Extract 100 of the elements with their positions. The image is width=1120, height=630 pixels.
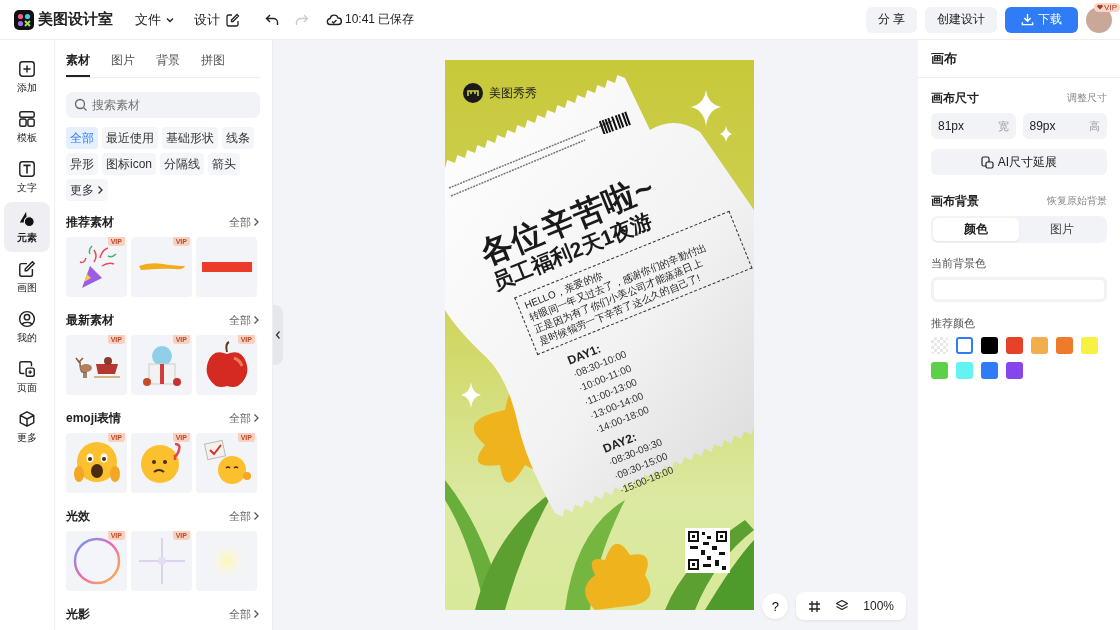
- category-chip[interactable]: 箭头: [208, 153, 240, 175]
- cloud-icon: [326, 11, 342, 28]
- category-chip[interactable]: 图标icon: [102, 153, 156, 175]
- poster-brand: 美图秀秀: [489, 84, 537, 102]
- see-all-link[interactable]: 全部: [229, 508, 260, 524]
- color-swatch[interactable]: [1006, 362, 1023, 379]
- download-icon: [1021, 13, 1034, 26]
- sidebar-item[interactable]: 画图: [4, 252, 50, 302]
- panel-tab[interactable]: 素材: [66, 48, 90, 77]
- sidebar-item[interactable]: 页面: [4, 352, 50, 402]
- qr-code-icon: [685, 528, 730, 573]
- chevron-right-icon: [96, 185, 104, 195]
- panel-title: 画布: [918, 40, 1120, 78]
- brush-stroke-drawing: [136, 261, 187, 273]
- color-swatch[interactable]: [956, 337, 973, 354]
- chevron-right-icon: [252, 511, 260, 521]
- panel-tab[interactable]: 拼图: [201, 48, 225, 77]
- more-button[interactable]: 更多: [66, 179, 108, 201]
- resize-link[interactable]: 调整尺寸: [1067, 91, 1107, 105]
- layers-icon: [835, 599, 850, 613]
- section-title: emoji表情: [66, 409, 122, 427]
- width-field[interactable]: 81px 宽: [931, 113, 1016, 139]
- sidebar-item[interactable]: 我的: [4, 302, 50, 352]
- section-title: 光效: [66, 507, 90, 525]
- category-chip[interactable]: 最近使用: [102, 127, 158, 149]
- chevron-left-icon: [275, 330, 281, 340]
- app-logo-icon: [14, 9, 34, 30]
- color-swatch[interactable]: [981, 337, 998, 354]
- bubble-drawing: [71, 536, 122, 586]
- help-button[interactable]: ?: [762, 593, 789, 619]
- color-swatch[interactable]: [1056, 337, 1073, 354]
- save-status: 10:41 已保存: [345, 11, 415, 28]
- field-label: 画布尺寸: [931, 89, 979, 107]
- sticker-tile[interactable]: [196, 531, 257, 591]
- zoom-level[interactable]: 100%: [857, 599, 900, 613]
- sidebar-item[interactable]: 模板: [4, 102, 50, 152]
- category-chip[interactable]: 全部: [66, 127, 98, 149]
- heart-icon: [1097, 4, 1104, 10]
- segment-tab[interactable]: 图片: [1019, 218, 1105, 241]
- collapse-handle[interactable]: [273, 305, 283, 365]
- edit-icon: [226, 12, 240, 27]
- sparkle-drawing: [136, 536, 187, 586]
- barcode-icon: [597, 110, 633, 134]
- panel-tab[interactable]: 背景: [156, 48, 180, 77]
- color-swatch[interactable]: [1006, 337, 1023, 354]
- chevron-right-icon: [252, 315, 260, 325]
- see-all-link[interactable]: 全部: [229, 214, 260, 230]
- add-page-icon: [18, 359, 36, 378]
- field-label: 推荐颜色: [931, 316, 976, 331]
- sidebar-item[interactable]: 文字: [4, 152, 50, 202]
- see-all-link[interactable]: 全部: [229, 410, 260, 426]
- field-label: 当前背景色: [931, 256, 987, 271]
- sidebar-item[interactable]: 更多: [4, 402, 50, 452]
- rectangle-drawing: [201, 262, 252, 272]
- category-chip[interactable]: 分隔线: [160, 153, 204, 175]
- chevron-right-icon: [252, 413, 260, 423]
- chevron-right-icon: [252, 217, 260, 227]
- sparkle-icon: [461, 382, 481, 408]
- chevron-right-icon: [252, 609, 260, 619]
- field-label: 画布背景: [931, 192, 979, 210]
- section-title: 推荐素材: [66, 213, 114, 231]
- vip-badge: VIP: [1094, 2, 1120, 12]
- color-swatch[interactable]: [956, 362, 973, 379]
- download-button[interactable]: 下载: [1005, 6, 1078, 33]
- search-icon: [74, 98, 88, 112]
- ai-extend-button[interactable]: AI尺寸延展: [931, 149, 1107, 175]
- sticker-tile[interactable]: [196, 237, 257, 297]
- sidebar-item[interactable]: 添加: [4, 52, 50, 102]
- toolbar-button[interactable]: 分 享: [865, 6, 917, 33]
- logo-icon: [463, 83, 483, 103]
- template-icon: [18, 109, 36, 128]
- resize-icon: [980, 155, 994, 169]
- sidebar-item[interactable]: 元素: [4, 202, 50, 252]
- draw-icon: [18, 259, 36, 278]
- search-field[interactable]: 搜索素材: [66, 92, 260, 118]
- color-swatch[interactable]: [1031, 337, 1048, 354]
- menu-button[interactable]: 文件: [135, 10, 176, 29]
- color-swatch[interactable]: [981, 362, 998, 379]
- text-icon: [18, 159, 36, 178]
- color-swatch[interactable]: [931, 362, 948, 379]
- see-all-link[interactable]: 全部: [229, 312, 260, 328]
- user-icon: [18, 309, 36, 328]
- category-chip[interactable]: 异形: [66, 153, 98, 175]
- see-all-link[interactable]: 全部: [229, 606, 260, 622]
- poster-canvas[interactable]: [445, 60, 754, 610]
- add-icon: [18, 59, 36, 78]
- section-title: 最新素材: [66, 311, 114, 329]
- panel-tab[interactable]: 图片: [111, 48, 135, 77]
- segment-tab[interactable]: 颜色: [933, 218, 1019, 241]
- height-field[interactable]: 89px 高: [1022, 113, 1107, 139]
- toolbar-button[interactable]: 创建设计: [925, 6, 997, 33]
- menu-button[interactable]: 设计: [194, 10, 240, 29]
- color-swatch[interactable]: [1081, 337, 1098, 354]
- restore-link[interactable]: 恢复原始背景: [1047, 194, 1107, 208]
- app-title: 美图设计室: [38, 10, 113, 29]
- grid-icon: [808, 599, 822, 613]
- category-chip[interactable]: 线条: [222, 127, 254, 149]
- section-title: 光影: [66, 605, 90, 623]
- cube-icon: [18, 409, 36, 428]
- category-chip[interactable]: 基础形状: [162, 127, 218, 149]
